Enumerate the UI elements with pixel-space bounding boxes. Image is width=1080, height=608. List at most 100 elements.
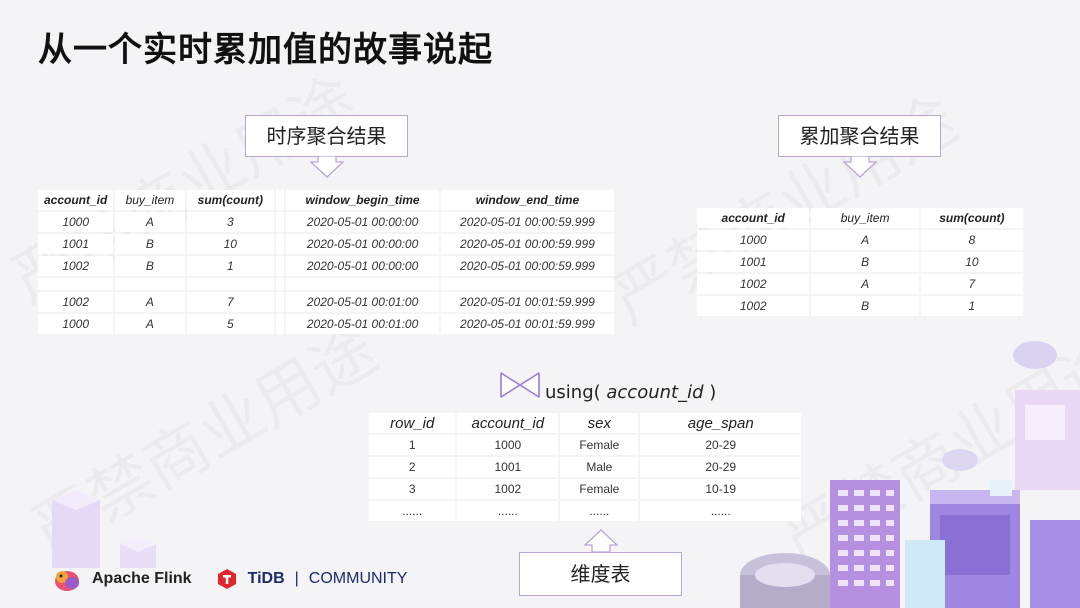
table-cell: 1000	[697, 230, 810, 250]
table-row: ...... ...... ...... ......	[369, 501, 801, 521]
table-cell: 1	[369, 435, 456, 455]
table-row: 1002 B 1 2020-05-01 00:00:00 2020-05-01 …	[38, 256, 614, 276]
table-cell: 1	[186, 256, 275, 276]
table-row: 1000 A 8	[697, 230, 1023, 250]
table-cell: 1002	[697, 274, 810, 294]
cumulative-result-label: 累加聚合结果	[799, 124, 920, 148]
tidb-logo-text: TiDB	[247, 570, 285, 587]
table-cell: Female	[560, 479, 639, 499]
table-cell	[440, 278, 614, 290]
column-header: sum(count)	[186, 190, 275, 210]
table-row: 1002 B 1	[697, 296, 1023, 316]
table-cell: ......	[369, 501, 456, 521]
column-header: account_id	[697, 208, 810, 228]
table-cell: 1002	[38, 292, 114, 312]
table-row	[38, 278, 614, 290]
table-cell: 1002	[457, 479, 559, 499]
table-cell: 2020-05-01 00:01:00	[286, 292, 439, 312]
table-cell: 1001	[697, 252, 810, 272]
table-cell: 2020-05-01 00:00:00	[286, 212, 439, 232]
column-header: window_end_time	[440, 190, 614, 210]
table-cell: 10	[920, 252, 1023, 272]
table-cell: 1000	[38, 212, 114, 232]
table-cell: ......	[640, 501, 801, 521]
table-cell	[186, 278, 275, 290]
using-clause: using( account_id )	[545, 382, 716, 403]
table-cell: 10	[186, 234, 275, 254]
using-prefix: using(	[545, 382, 601, 403]
table-cell: 1001	[457, 457, 559, 477]
column-header: account_id	[38, 190, 114, 210]
cumulative-result-table: account_id buy_item sum(count) 1000 A 8 …	[695, 206, 1025, 318]
table-row: 1001 B 10	[697, 252, 1023, 272]
table-cell: 2020-05-01 00:00:59.999	[440, 256, 614, 276]
column-header	[276, 190, 285, 210]
table-row: 1002 A 7	[697, 274, 1023, 294]
community-logo-text: COMMUNITY	[308, 570, 408, 587]
column-header: buy_item	[115, 190, 185, 210]
table-cell	[276, 256, 285, 276]
table-cell: 1001	[38, 234, 114, 254]
table-cell	[276, 212, 285, 232]
table-row: 1000 A 3 2020-05-01 00:00:00 2020-05-01 …	[38, 212, 614, 232]
table-cell: 1000	[38, 314, 114, 334]
table-cell: 1002	[38, 256, 114, 276]
cumulative-result-callout: 累加聚合结果	[778, 115, 941, 157]
table-header-row: account_id buy_item sum(count)	[697, 208, 1023, 228]
tidb-icon	[217, 569, 236, 589]
table-cell: B	[811, 296, 919, 316]
table-cell: 2020-05-01 00:00:59.999	[440, 234, 614, 254]
table-cell: 2020-05-01 00:01:59.999	[440, 314, 614, 334]
column-header: window_begin_time	[286, 190, 439, 210]
table-row: 3 1002 Female 10-19	[369, 479, 801, 499]
table-row: 2 1001 Male 20-29	[369, 457, 801, 477]
table-cell: ......	[560, 501, 639, 521]
table-cell: A	[115, 292, 185, 312]
column-header: sex	[560, 413, 639, 433]
table-row: 1000 A 5 2020-05-01 00:01:00 2020-05-01 …	[38, 314, 614, 334]
cube-illustration	[52, 490, 156, 568]
table-cell: 2020-05-01 00:00:59.999	[440, 212, 614, 232]
flink-logo-text: Apache Flink	[92, 570, 192, 587]
table-cell: A	[811, 274, 919, 294]
table-cell: 2020-05-01 00:00:00	[286, 234, 439, 254]
table-cell: 2020-05-01 00:01:59.999	[440, 292, 614, 312]
table-cell: 20-29	[640, 435, 801, 455]
table-cell: 2020-05-01 00:01:00	[286, 314, 439, 334]
column-header: age_span	[640, 413, 801, 433]
table-cell: Female	[560, 435, 639, 455]
window-result-callout: 时序聚合结果	[245, 115, 408, 157]
table-cell: 8	[920, 230, 1023, 250]
table-cell: A	[811, 230, 919, 250]
table-row: 1002 A 7 2020-05-01 00:01:00 2020-05-01 …	[38, 292, 614, 312]
column-header: sum(count)	[920, 208, 1023, 228]
dimension-table: row_id account_id sex age_span 1 1000 Fe…	[367, 411, 803, 523]
arrow-down-icon	[843, 156, 877, 178]
table-row: 1 1000 Female 20-29	[369, 435, 801, 455]
table-cell: 7	[186, 292, 275, 312]
table-cell: 3	[186, 212, 275, 232]
table-cell: A	[115, 212, 185, 232]
table-cell: 2020-05-01 00:00:00	[286, 256, 439, 276]
column-header: account_id	[457, 413, 559, 433]
arrow-down-icon	[310, 156, 344, 178]
table-cell: 20-29	[640, 457, 801, 477]
table-cell	[286, 278, 439, 290]
table-cell: 5	[186, 314, 275, 334]
window-result-label: 时序聚合结果	[266, 124, 387, 148]
join-icon	[500, 372, 540, 398]
table-cell	[276, 234, 285, 254]
table-cell: 1002	[697, 296, 810, 316]
table-cell: 3	[369, 479, 456, 499]
table-header-row: row_id account_id sex age_span	[369, 413, 801, 433]
footer-logos: Apache Flink TiDB | COMMUNITY	[52, 565, 407, 593]
table-header-row: account_id buy_item sum(count) window_be…	[38, 190, 614, 210]
window-result-table: account_id buy_item sum(count) window_be…	[36, 188, 616, 336]
table-cell: B	[811, 252, 919, 272]
table-cell: 1000	[457, 435, 559, 455]
table-cell: 1	[920, 296, 1023, 316]
table-cell	[38, 278, 114, 290]
table-cell: 7	[920, 274, 1023, 294]
table-cell: 2	[369, 457, 456, 477]
table-cell: ......	[457, 501, 559, 521]
